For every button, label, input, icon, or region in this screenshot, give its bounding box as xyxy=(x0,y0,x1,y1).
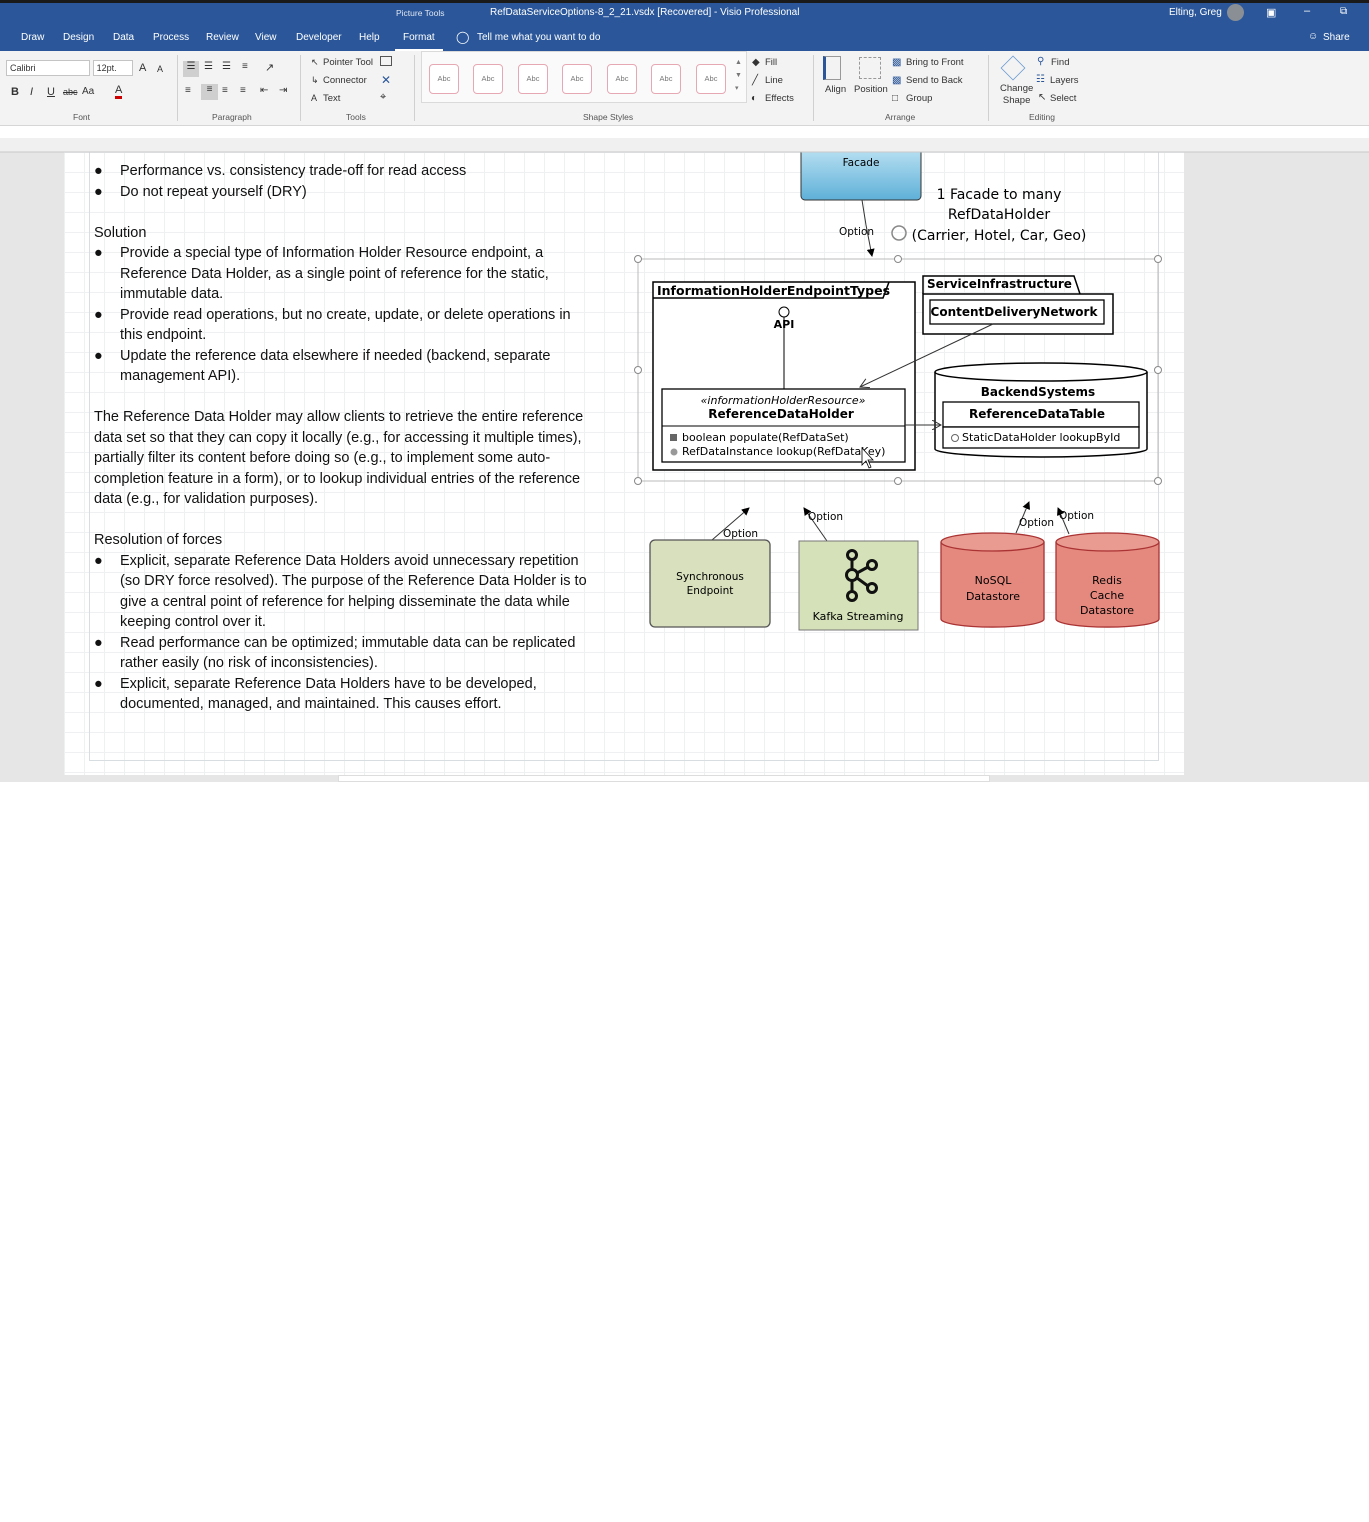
redis-label: Redis xyxy=(1092,574,1122,587)
package-title: InformationHolderEndpointTypes xyxy=(657,283,890,298)
operation-lookup: RefDataInstance lookup(RefDataKey) xyxy=(682,445,885,458)
sync-label: Endpoint xyxy=(687,585,734,597)
kafka-label: Kafka Streaming xyxy=(813,610,904,623)
method-visibility-icon xyxy=(670,448,678,456)
option-label: Option xyxy=(1059,510,1094,522)
diagram: ReferenceData Facade 1 Facade to many Re… xyxy=(0,138,1369,631)
rotate-handle-icon[interactable] xyxy=(891,225,907,241)
option-label: Option xyxy=(723,528,758,540)
note-line: RefDataHolder xyxy=(948,207,1051,223)
api-interface-icon xyxy=(778,306,790,318)
option-label: Option xyxy=(808,511,843,523)
redis-label: Datastore xyxy=(1080,604,1134,617)
lookup-operation: StaticDataHolder lookupById xyxy=(962,431,1120,444)
table-label: ReferenceDataTable xyxy=(969,407,1105,421)
facade-label-2: Facade xyxy=(843,157,880,169)
backend-label: BackendSystems xyxy=(981,385,1095,399)
method-visibility-icon xyxy=(670,434,677,441)
note-line: (Carrier, Hotel, Car, Geo) xyxy=(912,228,1087,244)
cdn-label: ContentDeliveryNetwork xyxy=(931,305,1099,319)
nosql-label: NoSQL xyxy=(975,574,1013,587)
note-line: 1 Facade to many xyxy=(937,187,1062,203)
option-label: Option xyxy=(839,226,874,238)
ruler-overlay xyxy=(0,138,1369,152)
package-title: ServiceInfrastructure xyxy=(927,277,1072,291)
option-label: Option xyxy=(1019,517,1054,529)
operation-populate: boolean populate(RefDataSet) xyxy=(682,431,849,444)
nosql-label: Datastore xyxy=(966,590,1020,603)
stereotype-label: «informationHolderResource» xyxy=(701,394,866,407)
sync-label: Synchronous xyxy=(676,571,744,583)
sync-endpoint-shape[interactable] xyxy=(649,539,771,628)
class-name: ReferenceDataHolder xyxy=(708,407,854,421)
redis-label: Cache xyxy=(1090,589,1124,602)
method-visibility-icon xyxy=(951,434,959,442)
